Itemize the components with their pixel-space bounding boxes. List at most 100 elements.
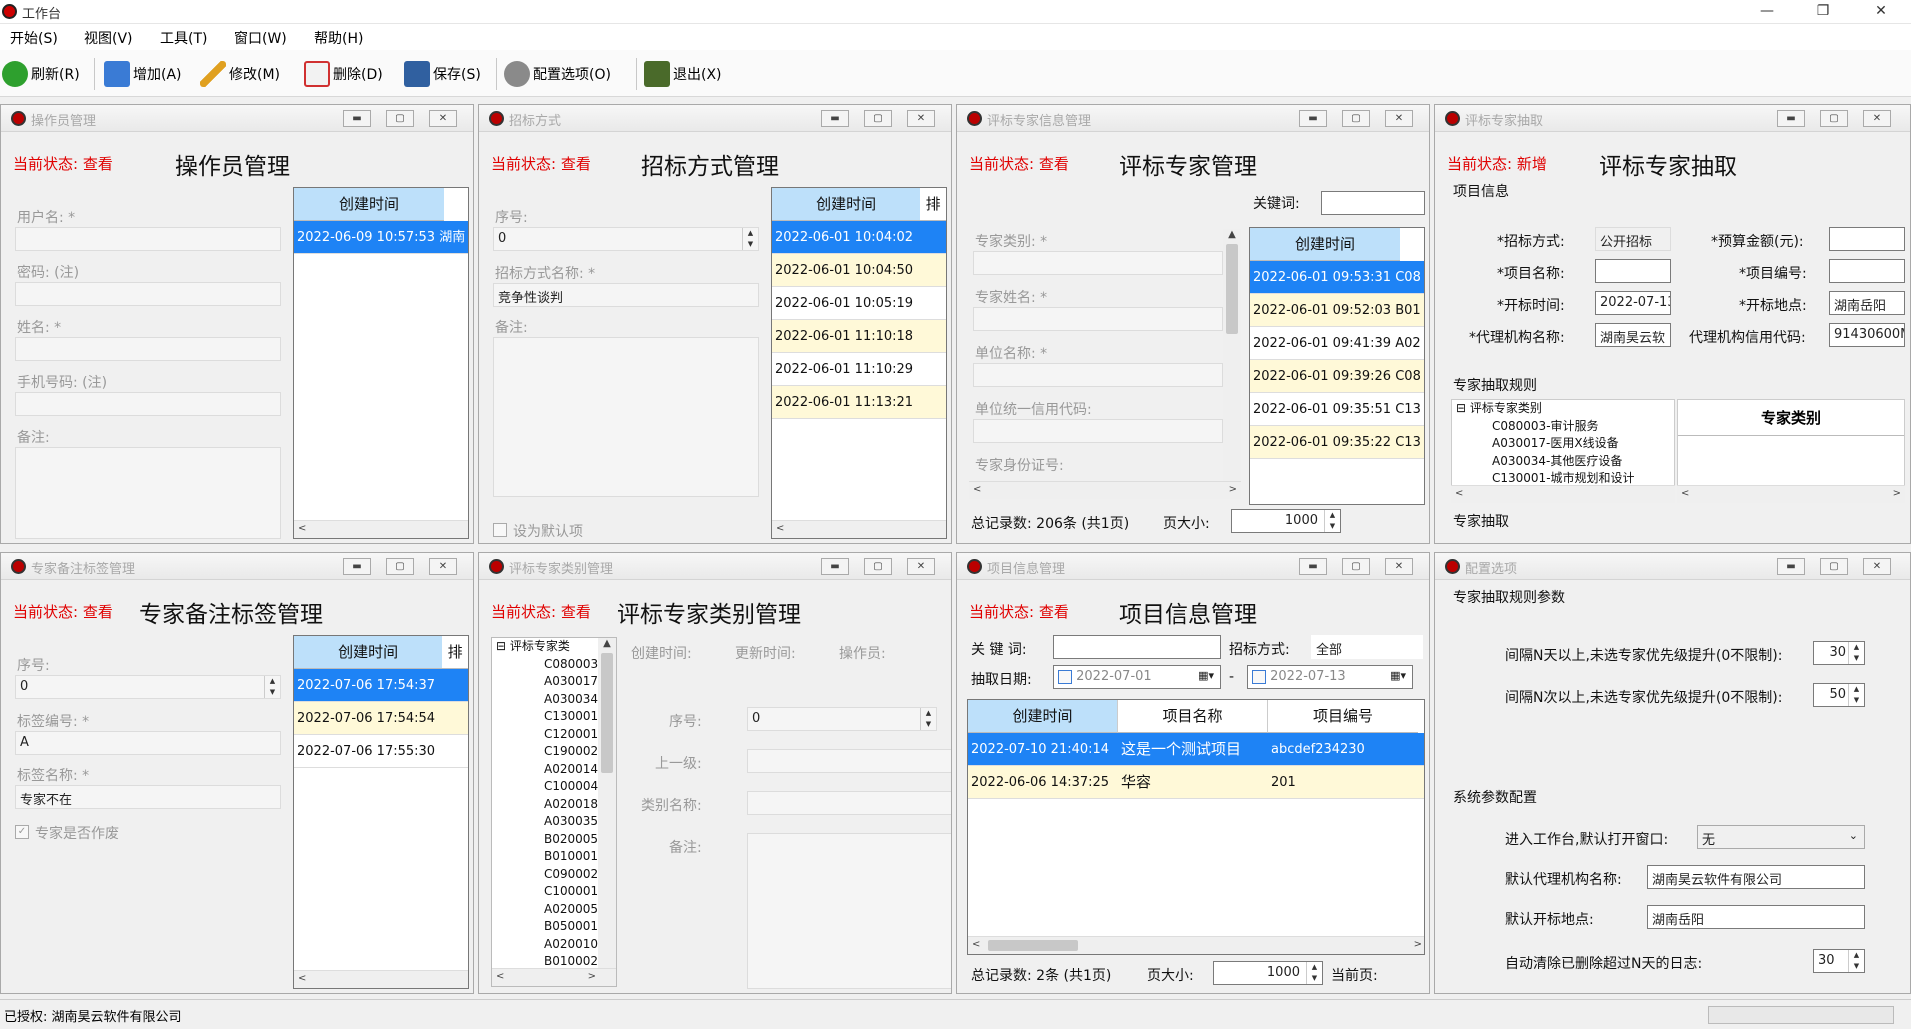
category-tree[interactable]: ⊟ 评标专家类 C080003 A030017 A030034 C130001 …	[491, 637, 617, 987]
table-row[interactable]: 2022-06-01 09:39:26 C08	[1250, 360, 1424, 393]
exit-button[interactable]: 退出(X)	[644, 60, 722, 88]
menu-window[interactable]: 窗口(W)	[234, 28, 287, 48]
table-row[interactable]: 2022-06-01 09:52:03 B01	[1250, 294, 1424, 327]
tree-horizontal-scrollbar[interactable]: <	[1451, 485, 1675, 503]
restore-button[interactable]: ❐	[1800, 0, 1846, 24]
menu-help[interactable]: 帮助(H)	[314, 28, 363, 48]
tree-vertical-scrollbar[interactable]: ▲	[598, 638, 616, 970]
table-row[interactable]: 2022-06-01 11:10:29	[772, 353, 946, 386]
agent-name-input[interactable]: 湖南昊云软	[1595, 323, 1671, 347]
table-row[interactable]: 2022-06-01 09:53:31 C08	[1250, 261, 1424, 294]
menu-start[interactable]: 开始(S)	[10, 28, 58, 48]
table-row[interactable]: 2022-07-10 21:40:14 这是一个测试项目 abcdef234230	[968, 733, 1424, 766]
default-agent-input[interactable]: 湖南昊云软件有限公司	[1647, 865, 1865, 889]
category-name-field[interactable]	[747, 791, 951, 815]
table-row[interactable]: 2022-06-01 10:04:02	[772, 221, 946, 254]
tree-item[interactable]: A030017-医用X线设备	[1452, 435, 1674, 453]
table-row[interactable]: 2022-06-01 11:13:21	[772, 386, 946, 419]
add-button[interactable]: 增加(A)	[104, 60, 182, 88]
note-field[interactable]	[747, 833, 951, 989]
table-row[interactable]: 2022-06-01 09:41:39 A02	[1250, 327, 1424, 360]
default-checkbox[interactable]	[493, 523, 507, 537]
column-header[interactable]: 排	[920, 188, 946, 221]
project-no-input[interactable]	[1829, 259, 1905, 283]
open-time-input[interactable]: 2022-07-13	[1595, 291, 1671, 315]
tag-name-field[interactable]: 专家不在	[15, 785, 281, 809]
password-field[interactable]	[15, 282, 281, 306]
date-from-picker[interactable]: 2022-07-01 ▦▾	[1053, 665, 1221, 689]
credit-code-field[interactable]	[973, 419, 1223, 443]
panel-maximize-button[interactable]: ▢	[864, 110, 892, 127]
agent-code-input[interactable]: 91430600M	[1829, 323, 1905, 347]
panel-close-button[interactable]: ✕	[1385, 558, 1413, 575]
date-to-picker[interactable]: 2022-07-13 ▦▾	[1247, 665, 1413, 689]
method-name-field[interactable]: 竞争性谈判	[493, 283, 759, 307]
keyword-input[interactable]	[1053, 635, 1221, 659]
default-window-select[interactable]: 无 ⌄	[1697, 825, 1865, 849]
table-row[interactable]: 2022-06-09 10:57:53 湖南	[294, 221, 468, 254]
budget-input[interactable]	[1829, 227, 1905, 251]
panel-close-button[interactable]: ✕	[907, 558, 935, 575]
panel-minimize-button[interactable]: ▬	[1777, 110, 1805, 127]
tree-root[interactable]: 评标专家类别	[1470, 401, 1542, 415]
table-row[interactable]: 2022-06-01 11:10:18	[772, 320, 946, 353]
column-header[interactable]: 创建时间	[1250, 228, 1400, 261]
panel-maximize-button[interactable]: ▢	[864, 558, 892, 575]
name-field[interactable]	[15, 337, 281, 361]
expert-category-select[interactable]	[973, 251, 1223, 275]
column-header[interactable]: 创建时间	[772, 188, 921, 221]
edit-button[interactable]: 修改(M)	[200, 60, 280, 88]
close-button[interactable]: ✕	[1858, 0, 1904, 24]
project-name-input[interactable]	[1595, 259, 1671, 283]
panel-maximize-button[interactable]: ▢	[1342, 110, 1370, 127]
delete-button[interactable]: 删除(D)	[304, 60, 383, 88]
panel-maximize-button[interactable]: ▢	[386, 558, 414, 575]
panel-minimize-button[interactable]: ▬	[1299, 110, 1327, 127]
panel-close-button[interactable]: ✕	[429, 110, 457, 127]
interval-days-stepper[interactable]: 30 ▲ ▼	[1813, 641, 1865, 665]
tree-horizontal-scrollbar[interactable]: < >	[492, 968, 616, 986]
tree-root[interactable]: 评标专家类	[510, 639, 570, 653]
panel-close-button[interactable]: ✕	[429, 558, 457, 575]
phone-field[interactable]	[15, 392, 281, 416]
table-row[interactable]: 2022-07-06 17:55:30	[294, 735, 468, 768]
tag-code-field[interactable]: A	[15, 731, 281, 755]
panel-minimize-button[interactable]: ▬	[1777, 558, 1805, 575]
column-header[interactable]: 项目编号	[1268, 700, 1418, 733]
panel-minimize-button[interactable]: ▬	[343, 558, 371, 575]
column-header[interactable]: 创建时间	[294, 636, 443, 669]
note-field[interactable]	[15, 447, 281, 539]
form-vertical-scrollbar[interactable]: ▲	[1223, 229, 1241, 481]
panel-minimize-button[interactable]: ▬	[821, 558, 849, 575]
org-name-field[interactable]	[973, 363, 1223, 387]
refresh-button[interactable]: 刷新(R)	[2, 60, 80, 88]
panel-maximize-button[interactable]: ▢	[1342, 558, 1370, 575]
horizontal-scrollbar[interactable]: <	[772, 520, 946, 538]
page-size-stepper[interactable]: 1000 ▲ ▼	[1231, 509, 1341, 533]
menu-view[interactable]: 视图(V)	[84, 28, 133, 48]
horizontal-scrollbar[interactable]: < >	[968, 936, 1424, 954]
column-header[interactable]: 排	[442, 636, 468, 669]
horizontal-scrollbar[interactable]: <	[294, 970, 468, 988]
horizontal-scrollbar[interactable]: <	[294, 520, 468, 538]
form-horizontal-scrollbar[interactable]: < >	[969, 481, 1241, 499]
table-row[interactable]: 2022-06-01 10:04:50	[772, 254, 946, 287]
parent-field[interactable]	[747, 749, 951, 773]
page-size-stepper[interactable]: 1000 ▲ ▼	[1213, 961, 1323, 985]
panel-minimize-button[interactable]: ▬	[821, 110, 849, 127]
expert-name-field[interactable]	[973, 307, 1223, 331]
note-field[interactable]	[493, 337, 759, 497]
tree-item[interactable]: C080003-审计服务	[1452, 418, 1674, 436]
options-button[interactable]: 配置选项(O)	[504, 60, 611, 88]
table-row[interactable]: 2022-07-06 17:54:37	[294, 669, 468, 702]
default-place-input[interactable]: 湖南岳阳	[1647, 905, 1865, 929]
seq-stepper[interactable]: 0 ▲ ▼	[747, 707, 937, 731]
panel-minimize-button[interactable]: ▬	[1299, 558, 1327, 575]
table-row[interactable]: 2022-06-01 09:35:22 C13	[1250, 426, 1424, 459]
column-header[interactable]: 创建时间	[294, 188, 444, 221]
bid-method-select[interactable]: 全部	[1311, 635, 1423, 659]
minimize-button[interactable]: —	[1744, 0, 1790, 24]
panel-close-button[interactable]: ✕	[907, 110, 935, 127]
table-row[interactable]: 2022-06-01 09:35:51 C13	[1250, 393, 1424, 426]
interval-times-stepper[interactable]: 50 ▲ ▼	[1813, 683, 1865, 707]
